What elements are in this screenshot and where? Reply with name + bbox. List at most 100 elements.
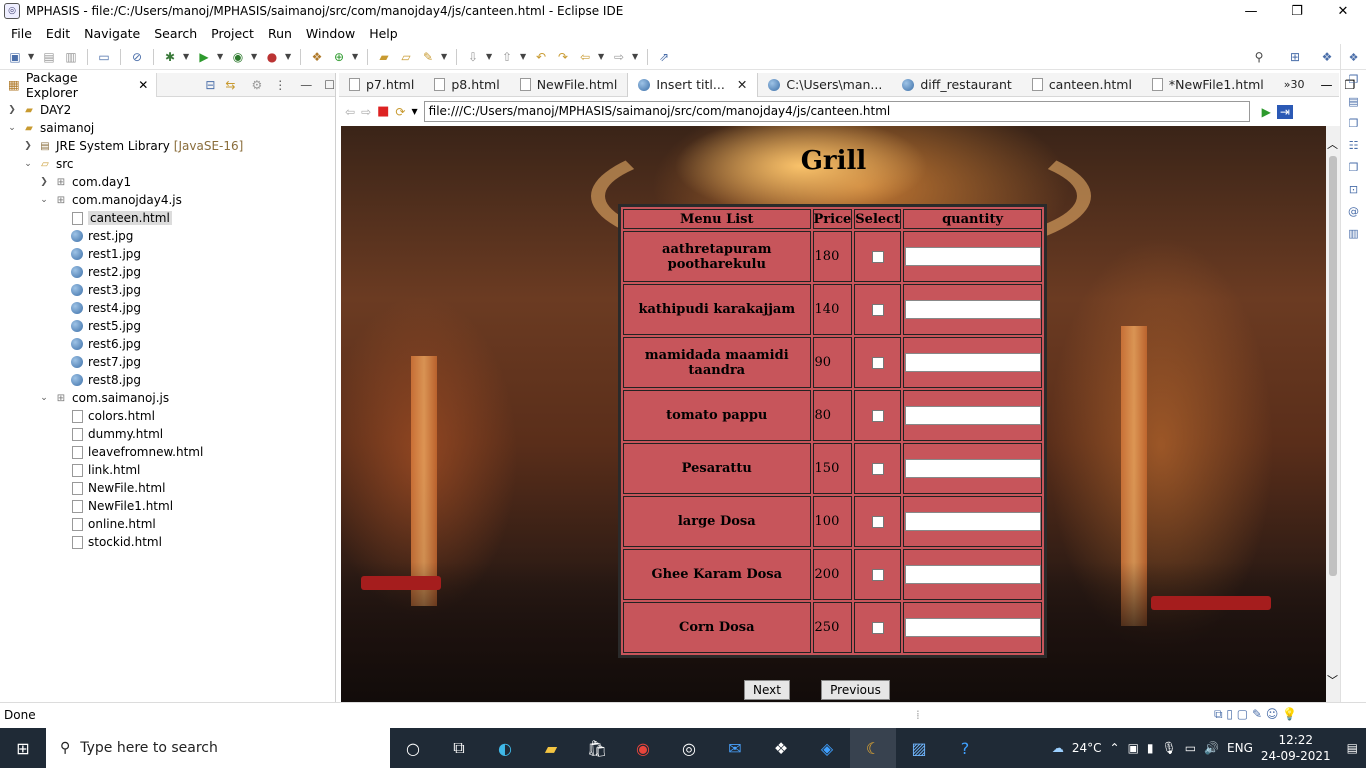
tree-item[interactable]: ⌄ ⊞ com.manojday4.js <box>0 191 335 209</box>
run-icon[interactable]: ▶ <box>195 48 213 66</box>
clock[interactable]: 12:22 24-09-2021 <box>1261 732 1331 764</box>
tree-item[interactable]: NewFile1.html <box>0 497 335 515</box>
chevron-down-icon[interactable]: ▼ <box>251 52 259 61</box>
chevron-right-icon[interactable]: ❯ <box>6 105 18 115</box>
tree-item[interactable]: dummy.html <box>0 425 335 443</box>
chevron-down-icon[interactable]: ⌄ <box>38 195 50 205</box>
chevron-right-icon[interactable]: ❯ <box>38 177 50 187</box>
link-editor-icon[interactable]: ⇆ <box>225 78 235 92</box>
network-icon[interactable]: ▭ <box>1185 741 1196 755</box>
chevron-down-icon[interactable]: ▼ <box>411 107 417 116</box>
edge-icon[interactable]: ◐ <box>482 728 528 768</box>
tab-insert-title[interactable]: Insert titl... ✕ <box>627 72 759 97</box>
restore-icon[interactable]: ❐ <box>1345 70 1363 88</box>
menu-project[interactable]: Project <box>204 26 261 41</box>
package-explorer-tab[interactable]: ▦ Package Explorer ✕ <box>0 70 158 100</box>
close-window-button[interactable]: ✕ <box>1320 0 1366 22</box>
collapse-all-icon[interactable]: ⊟ <box>205 78 215 92</box>
last-edit-icon[interactable]: ↶ <box>532 48 550 66</box>
new-class-icon[interactable]: ⊕ <box>330 48 348 66</box>
java-perspective-icon[interactable]: ❖ <box>1318 48 1336 66</box>
battery-icon[interactable]: ▮ <box>1147 741 1154 755</box>
close-icon[interactable]: ✕ <box>737 77 747 92</box>
tree-item[interactable]: rest4.jpg <box>0 299 335 317</box>
restore-icon[interactable]: ❐ <box>1345 114 1363 132</box>
chevron-down-icon[interactable]: ▼ <box>183 52 191 61</box>
stop-icon[interactable]: ■ <box>377 104 389 119</box>
chevron-down-icon[interactable]: ▼ <box>520 52 528 61</box>
chevron-down-icon[interactable]: ⌄ <box>22 159 34 169</box>
tree-item[interactable]: ❯ ▤ JRE System Library [JavaSE-16] <box>0 137 335 155</box>
chevron-down-icon[interactable]: ▼ <box>598 52 606 61</box>
file-explorer-icon[interactable]: ▰ <box>528 728 574 768</box>
chevron-down-icon[interactable]: ▼ <box>632 52 640 61</box>
menu-run[interactable]: Run <box>261 26 299 41</box>
select-checkbox[interactable] <box>871 409 884 422</box>
new-icon[interactable]: ▣ <box>6 48 24 66</box>
menu-help[interactable]: Help <box>362 26 405 41</box>
view-menu-icon[interactable]: ⋮ <box>274 78 286 92</box>
problems-icon[interactable]: ⊡ <box>1345 180 1363 198</box>
search-icon[interactable]: ⚲ <box>1250 48 1268 66</box>
tree-item[interactable]: rest2.jpg <box>0 263 335 281</box>
tree-item[interactable]: online.html <box>0 515 335 533</box>
chevron-down-icon[interactable]: ⌄ <box>38 393 50 403</box>
browser-scrollbar[interactable]: ︿ ﹀ <box>1326 126 1340 702</box>
external-tools-icon[interactable]: ● <box>263 48 281 66</box>
weather-temp[interactable]: 24°C <box>1072 741 1102 755</box>
tab-diff-restaurant[interactable]: diff_restaurant <box>892 73 1021 97</box>
forward-edit-icon[interactable]: ↷ <box>554 48 572 66</box>
microphone-icon[interactable]: 🎙 <box>1162 741 1177 755</box>
refresh-icon[interactable]: ⟳ <box>395 105 405 119</box>
chevron-up-icon[interactable]: ⌃ <box>1110 741 1120 755</box>
quantity-input[interactable] <box>904 353 1041 372</box>
language-indicator[interactable]: ENG <box>1227 741 1253 755</box>
select-checkbox[interactable] <box>871 515 884 528</box>
tab-newfile1[interactable]: *NewFile1.html <box>1142 73 1274 97</box>
select-checkbox[interactable] <box>871 462 884 475</box>
open-perspective-icon[interactable]: ⊞ <box>1286 48 1304 66</box>
forward-icon[interactable]: ⇨ <box>361 105 371 119</box>
minimize-view-icon[interactable]: — <box>300 78 312 92</box>
windows-start-icon[interactable]: ⊞ <box>0 728 46 768</box>
next-annotation-icon[interactable]: ⇩ <box>464 48 482 66</box>
tab-overflow[interactable]: »30 <box>1274 73 1315 97</box>
minimize-editor-icon[interactable]: — <box>1321 78 1333 92</box>
select-checkbox[interactable] <box>871 621 884 634</box>
tab-p7[interactable]: p7.html <box>339 73 424 97</box>
search-tool-icon[interactable]: ✎ <box>419 48 437 66</box>
javadoc-icon[interactable]: @ <box>1345 202 1363 220</box>
chrome-icon[interactable]: ◉ <box>620 728 666 768</box>
tree-item[interactable]: link.html <box>0 461 335 479</box>
tree-item[interactable]: ⌄ ▰ saimanoj <box>0 119 335 137</box>
quantity-input[interactable] <box>904 459 1041 478</box>
dropbox-icon[interactable]: ❖ <box>758 728 804 768</box>
menu-search[interactable]: Search <box>147 26 204 41</box>
tree-item[interactable]: leavefromnew.html <box>0 443 335 461</box>
chevron-down-icon[interactable]: ▼ <box>28 52 36 61</box>
tree-item[interactable]: rest1.jpg <box>0 245 335 263</box>
select-checkbox[interactable] <box>871 250 884 263</box>
status-icons[interactable]: ⧉ ▯ ▢ ✎ ☺ 💡 <box>1214 707 1297 722</box>
chevron-down-icon[interactable]: ⌄ <box>6 123 18 133</box>
github-icon[interactable]: ◎ <box>666 728 712 768</box>
tab-canteen[interactable]: canteen.html <box>1022 73 1142 97</box>
meet-now-icon[interactable]: ▣ <box>1128 741 1139 755</box>
tab-p8[interactable]: p8.html <box>424 73 509 97</box>
prev-annotation-icon[interactable]: ⇧ <box>498 48 516 66</box>
tree-item[interactable]: rest5.jpg <box>0 317 335 335</box>
declaration-icon[interactable]: ▥ <box>1345 224 1363 242</box>
back-icon[interactable]: ⇦ <box>345 105 355 119</box>
chevron-up-icon[interactable]: ︿ <box>1327 136 1338 152</box>
chevron-down-icon[interactable]: ▼ <box>217 52 225 61</box>
menu-window[interactable]: Window <box>299 26 362 41</box>
chevron-down-icon[interactable]: ﹀ <box>1327 672 1338 688</box>
java-perspective-icon[interactable]: ❖ <box>1345 48 1363 66</box>
tree-item[interactable]: ⌄ ⊞ com.saimanoj.js <box>0 389 335 407</box>
tree-item[interactable]: rest7.jpg <box>0 353 335 371</box>
tree-item[interactable]: rest8.jpg <box>0 371 335 389</box>
select-checkbox[interactable] <box>871 303 884 316</box>
hierarchy-icon[interactable]: ☷ <box>1345 136 1363 154</box>
tree-item[interactable]: ⌄ ▱ src <box>0 155 335 173</box>
taskbar-search-box[interactable]: ⚲ Type here to search <box>46 728 390 768</box>
